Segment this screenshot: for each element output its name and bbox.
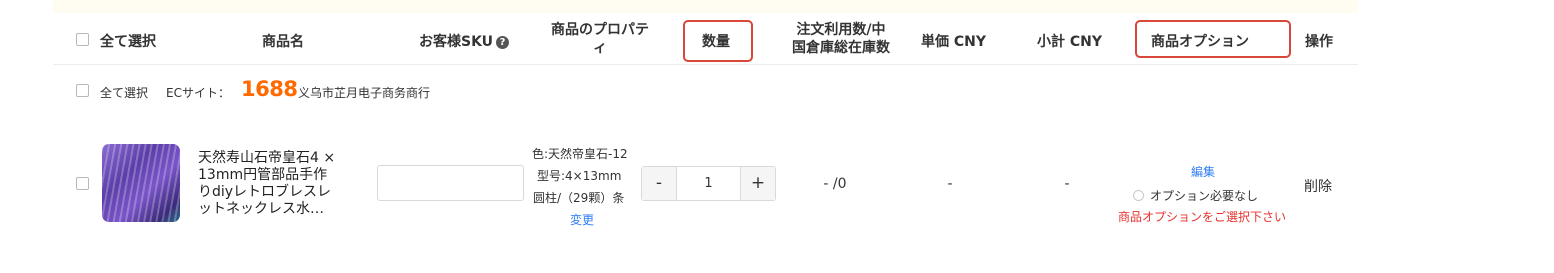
select-all-label[interactable]: 全て選択 bbox=[100, 31, 156, 51]
order-stock-value: - /0 bbox=[823, 176, 847, 192]
order-header-line2: 国倉庫総在庫数 bbox=[792, 40, 890, 56]
option-warning-text: 商品オプションをご選択下さい bbox=[1118, 210, 1287, 224]
radio-icon[interactable] bbox=[1133, 190, 1144, 201]
header-divider bbox=[53, 64, 1358, 65]
property-header-line2: ィ bbox=[593, 40, 607, 56]
subtotal-value: - bbox=[1064, 176, 1070, 192]
column-unit-price: 単価 CNY bbox=[921, 34, 987, 50]
quantity-stepper: - 1 + bbox=[641, 166, 776, 201]
platform-logo: 1688 bbox=[241, 77, 298, 101]
product-name-line: りdiyレトロブレスレ bbox=[198, 184, 332, 200]
property-shape: 圆柱/（29颗）条 bbox=[533, 191, 625, 205]
column-order-stock: 注文利用数/中 国倉庫総在庫数 bbox=[780, 21, 902, 57]
property-color: 色:天然帝皇石-12 bbox=[532, 147, 628, 161]
column-product-property: 商品のプロパテ ィ bbox=[540, 21, 660, 57]
column-product-option: 商品オプション bbox=[1151, 34, 1249, 50]
shop-select-checkbox[interactable] bbox=[76, 84, 89, 97]
notice-band bbox=[53, 0, 1358, 13]
shop-name[interactable]: 义乌市芷月电子商务商行 bbox=[298, 84, 430, 101]
property-header-line1: 商品のプロパテ bbox=[551, 22, 649, 38]
column-customer-sku: お客様SKU? bbox=[419, 31, 510, 51]
column-quantity: 数量 bbox=[702, 34, 730, 50]
column-operation: 操作 bbox=[1305, 34, 1333, 50]
product-name[interactable]: 天然寿山石帝皇石4 × 13mm円管部品手作 りdiyレトロブレスレ ットネック… bbox=[198, 150, 358, 218]
quantity-increase-button[interactable]: + bbox=[741, 167, 775, 200]
unit-price-value: - bbox=[947, 176, 953, 192]
option-edit-link[interactable]: 編集 bbox=[1191, 163, 1215, 180]
help-icon[interactable]: ? bbox=[496, 36, 510, 49]
shop-select-label[interactable]: 全て選択 bbox=[100, 84, 148, 101]
order-header-line1: 注文利用数/中 bbox=[796, 22, 886, 38]
customer-sku-input[interactable] bbox=[377, 165, 524, 201]
option-none-radio[interactable]: オプション必要なし bbox=[1133, 187, 1258, 204]
change-property-link[interactable]: 変更 bbox=[570, 211, 594, 228]
select-all-checkbox[interactable] bbox=[76, 33, 89, 46]
product-image[interactable] bbox=[102, 144, 180, 222]
property-model: 型号:4×13mm bbox=[537, 169, 622, 183]
delete-button[interactable]: 削除 bbox=[1304, 176, 1332, 196]
column-subtotal: 小計 CNY bbox=[1037, 34, 1103, 50]
customer-sku-label: お客様SKU bbox=[419, 34, 494, 50]
product-name-line: ットネックレス水… bbox=[198, 201, 324, 217]
item-checkbox[interactable] bbox=[76, 177, 89, 190]
product-name-line: 13mm円管部品手作 bbox=[198, 167, 328, 183]
option-none-label: オプション必要なし bbox=[1150, 189, 1259, 203]
ec-site-label: ECサイト： bbox=[166, 86, 230, 100]
quantity-decrease-button[interactable]: - bbox=[642, 167, 676, 200]
quantity-input[interactable]: 1 bbox=[676, 167, 741, 200]
product-name-line: 天然寿山石帝皇石4 × bbox=[198, 150, 336, 166]
column-product-name: 商品名 bbox=[262, 34, 304, 50]
